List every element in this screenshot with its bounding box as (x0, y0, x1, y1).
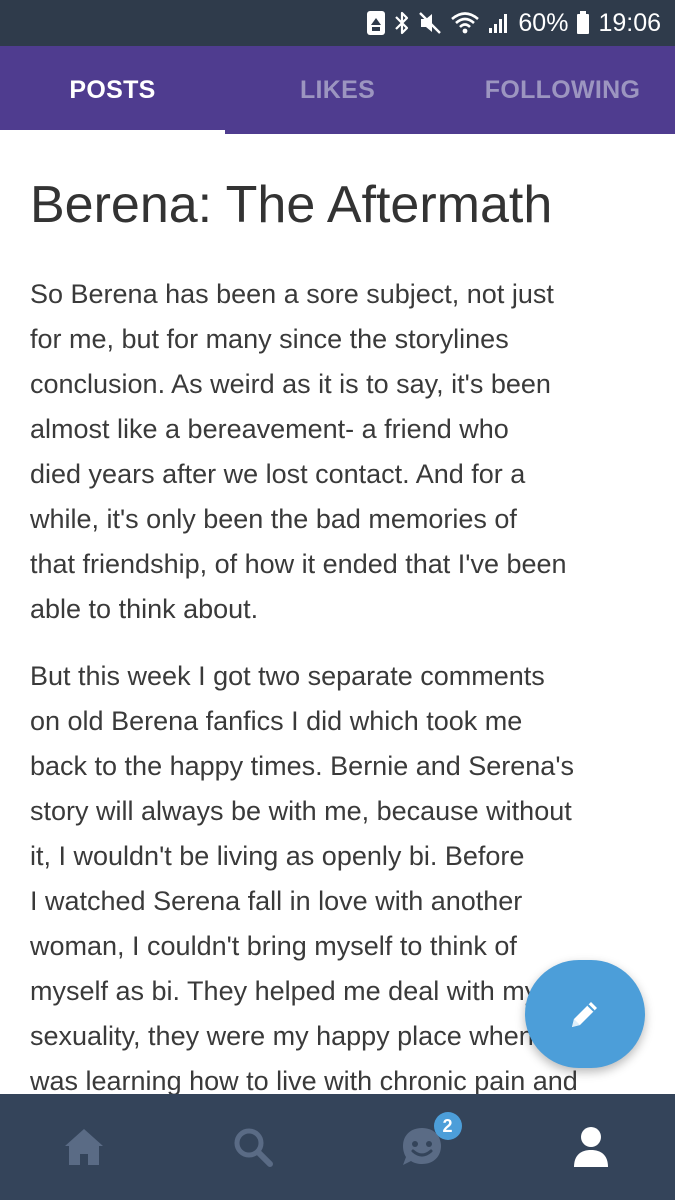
post-content[interactable]: Berena: The Aftermath So Berena has been… (0, 134, 675, 1094)
post-title: Berena: The Aftermath (30, 176, 553, 234)
mute-icon (418, 0, 442, 46)
nav-search[interactable] (169, 1094, 338, 1200)
nav-activity[interactable]: 2 (338, 1094, 507, 1200)
home-icon (63, 1126, 105, 1168)
clock: 19:06 (598, 8, 661, 37)
post-paragraph-1: So Berena has been a sore subject, not j… (30, 279, 567, 624)
compose-button[interactable] (525, 960, 645, 1068)
nav-home[interactable] (0, 1094, 169, 1200)
storage-icon (366, 0, 386, 46)
battery-percent: 60% (518, 8, 569, 37)
profile-icon (571, 1125, 611, 1169)
pencil-icon (568, 997, 602, 1031)
tab-posts[interactable]: POSTS (0, 46, 225, 134)
wifi-icon (450, 0, 480, 46)
status-bar: 60% 19:06 (0, 0, 675, 46)
nav-profile[interactable] (506, 1094, 675, 1200)
signal-icon (488, 0, 510, 46)
bottom-nav: 2 (0, 1094, 675, 1200)
tab-following[interactable]: FOLLOWING (450, 46, 675, 134)
search-icon (232, 1126, 274, 1168)
tab-likes[interactable]: LIKES (225, 46, 450, 134)
battery-icon (576, 0, 590, 46)
bluetooth-icon (394, 0, 410, 46)
notification-badge: 2 (433, 1112, 462, 1140)
tab-bar: POSTS LIKES FOLLOWING (0, 46, 675, 134)
